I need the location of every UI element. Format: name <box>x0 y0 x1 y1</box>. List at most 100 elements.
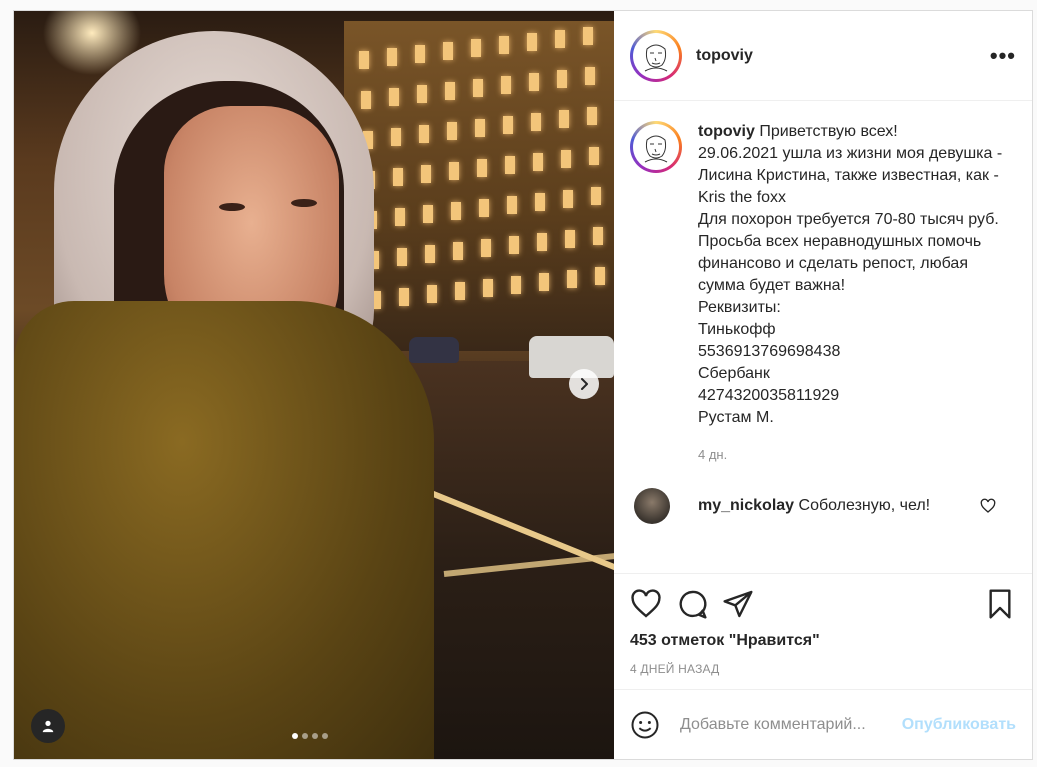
building-window <box>483 279 493 297</box>
building-window <box>479 199 489 217</box>
post-photo[interactable] <box>14 11 614 759</box>
building-window <box>455 282 465 300</box>
comments-section: topoviy Приветствую всех! 29.06.2021 ушл… <box>614 101 1032 573</box>
building-window <box>511 276 521 294</box>
sketch-portrait-icon <box>636 127 676 167</box>
building-window <box>427 285 437 303</box>
lane-marking <box>443 552 614 577</box>
comment-icon[interactable] <box>676 588 708 620</box>
building-window <box>445 82 455 100</box>
building-window <box>533 153 543 171</box>
building-window <box>565 230 575 248</box>
building-window <box>359 51 369 69</box>
building-window <box>537 233 547 251</box>
caption-timestamp[interactable]: 4 дн. <box>698 447 1016 462</box>
caption-author[interactable]: topoviy <box>698 123 755 140</box>
building-window <box>561 150 571 168</box>
building-window <box>499 36 509 54</box>
tagged-users-button[interactable] <box>31 709 65 743</box>
heart-icon[interactable] <box>630 588 662 620</box>
author-avatar[interactable] <box>630 121 682 173</box>
building-window <box>503 116 513 134</box>
building-window <box>509 236 519 254</box>
comment-body: Соболезную, чел! <box>798 497 931 514</box>
building-window <box>419 125 429 143</box>
building-window <box>421 165 431 183</box>
comment-input[interactable] <box>680 715 902 734</box>
building-window <box>415 45 425 63</box>
building-window <box>453 242 463 260</box>
post-sidebar: topoviy ••• topoviy Приветствую всех! 29… <box>614 11 1032 759</box>
building-window <box>395 208 405 226</box>
building-window <box>587 107 597 125</box>
add-comment-bar: Опубликовать <box>614 689 1032 759</box>
building-window <box>557 70 567 88</box>
instagram-post: topoviy ••• topoviy Приветствую всех! 29… <box>13 10 1033 760</box>
building-window <box>507 196 517 214</box>
building-window <box>477 159 487 177</box>
building-window <box>471 39 481 57</box>
carousel-next-button[interactable] <box>569 369 599 399</box>
carousel-dot <box>292 733 298 739</box>
car <box>529 336 614 378</box>
building-window <box>527 33 537 51</box>
carousel-dot <box>322 733 328 739</box>
like-comment-icon[interactable] <box>980 498 996 514</box>
carousel-indicator <box>292 733 328 739</box>
building-window <box>505 156 515 174</box>
comment-item: my_nickolay Соболезную, чел! <box>630 488 1016 524</box>
author-username[interactable]: topoviy <box>696 47 990 65</box>
user-icon <box>42 720 54 733</box>
building-window <box>423 205 433 223</box>
building-window <box>393 168 403 186</box>
caption-body: Приветствую всех! 29.06.2021 ушла из жиз… <box>698 123 1003 426</box>
building-window <box>425 245 435 263</box>
share-icon[interactable] <box>722 588 754 620</box>
building-window <box>589 147 599 165</box>
building-window <box>475 119 485 137</box>
building-window <box>585 67 595 85</box>
chevron-right-icon <box>581 378 588 390</box>
building-window <box>501 76 511 94</box>
sketch-portrait-icon <box>636 35 676 76</box>
post-header: topoviy ••• <box>614 11 1032 101</box>
building-window <box>451 202 461 220</box>
building-window <box>447 122 457 140</box>
publish-button[interactable]: Опубликовать <box>902 716 1016 734</box>
post-caption: topoviy Приветствую всех! 29.06.2021 ушл… <box>630 121 1016 429</box>
building-window <box>391 128 401 146</box>
building-window <box>583 27 593 45</box>
building-window <box>593 227 603 245</box>
building-window <box>397 248 407 266</box>
building-window <box>387 48 397 66</box>
author-avatar[interactable] <box>630 29 682 82</box>
eye <box>291 199 317 207</box>
building-window <box>473 79 483 97</box>
building-window <box>389 88 399 106</box>
building-window <box>559 110 569 128</box>
jacket <box>14 301 434 759</box>
post-actions: 453 отметок "Нравится" 4 ДНЕЙ НАЗАД <box>614 573 1032 689</box>
building-window <box>555 30 565 48</box>
comment-text: my_nickolay Соболезную, чел! <box>698 497 980 515</box>
building-window <box>529 73 539 91</box>
more-horizontal-icon[interactable]: ••• <box>990 43 1016 69</box>
building-window <box>531 113 541 131</box>
building-window <box>539 273 549 291</box>
building-window <box>563 190 573 208</box>
carousel-dot <box>302 733 308 739</box>
post-date[interactable]: 4 ДНЕЙ НАЗАД <box>630 662 1016 676</box>
building-window <box>481 239 491 257</box>
commenter-username[interactable]: my_nickolay <box>698 497 794 514</box>
commenter-avatar[interactable] <box>634 488 670 524</box>
caption-text: topoviy Приветствую всех! 29.06.2021 ушл… <box>698 121 1016 429</box>
carousel-dot <box>312 733 318 739</box>
building-window <box>361 91 371 109</box>
background-building <box>344 21 614 351</box>
building-window <box>399 288 409 306</box>
building-window <box>535 193 545 211</box>
eye <box>219 203 245 211</box>
emoji-icon[interactable] <box>630 710 660 740</box>
likes-count[interactable]: 453 отметок "Нравится" <box>630 632 1016 650</box>
bookmark-icon[interactable] <box>984 588 1016 620</box>
